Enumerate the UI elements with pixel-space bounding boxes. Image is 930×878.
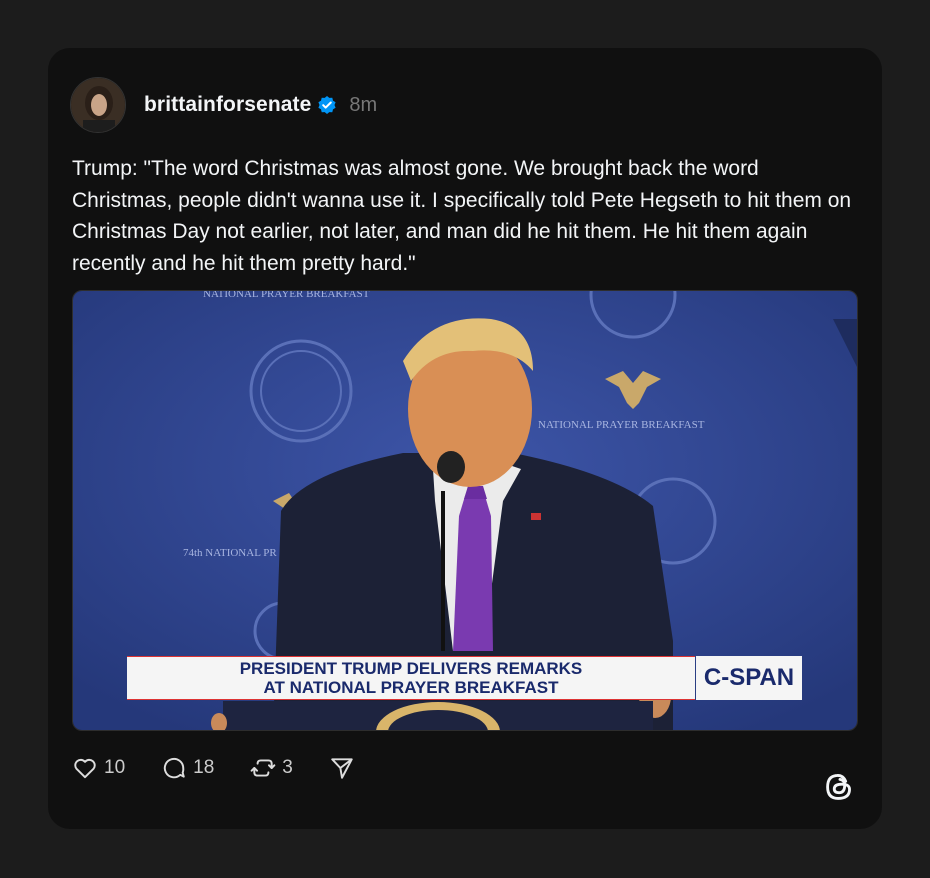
backdrop-text-right: NATIONAL PRAYER BREAKFAST (538, 419, 705, 431)
threads-logo-icon (826, 774, 851, 800)
post-text: Trump: "The word Christmas was almost go… (72, 157, 852, 275)
post-time: 8m (349, 93, 378, 116)
share-button[interactable] (329, 755, 355, 781)
video-caption-banner: PRESIDENT TRUMP DELIVERS REMARKS AT NATI… (127, 656, 695, 700)
backdrop-text-top: NATIONAL PRAYER BREAKFAST (203, 291, 370, 300)
repost-count: 3 (282, 757, 293, 778)
banner-line-2: AT NATIONAL PRAYER BREAKFAST (263, 678, 559, 697)
username[interactable]: brittainforsenate (144, 93, 311, 117)
like-count: 10 (104, 757, 126, 778)
post-video[interactable]: NATIONAL PRAYER BREAKFAST 74th NATIONAL … (72, 290, 858, 731)
cspan-logo: C-SPAN (696, 656, 802, 700)
backdrop-text-left: 74th NATIONAL PR (183, 547, 277, 559)
reply-button[interactable]: 18 (161, 755, 214, 781)
repost-button[interactable]: 3 (250, 755, 293, 781)
comment-icon (164, 757, 185, 779)
send-icon (331, 758, 353, 779)
post-card: brittainforsenate 8m Trump: "The word Ch… (48, 48, 882, 829)
banner-line-1: PRESIDENT TRUMP DELIVERS REMARKS (239, 659, 583, 678)
reply-count: 18 (193, 757, 215, 778)
heart-icon (74, 758, 96, 779)
verified-badge-icon (318, 96, 337, 114)
post-header: brittainforsenate 8m (70, 76, 377, 134)
repost-icon (250, 759, 276, 777)
post-actions: 10 18 3 (72, 754, 391, 782)
like-button[interactable]: 10 (72, 755, 125, 781)
avatar[interactable] (70, 77, 126, 133)
